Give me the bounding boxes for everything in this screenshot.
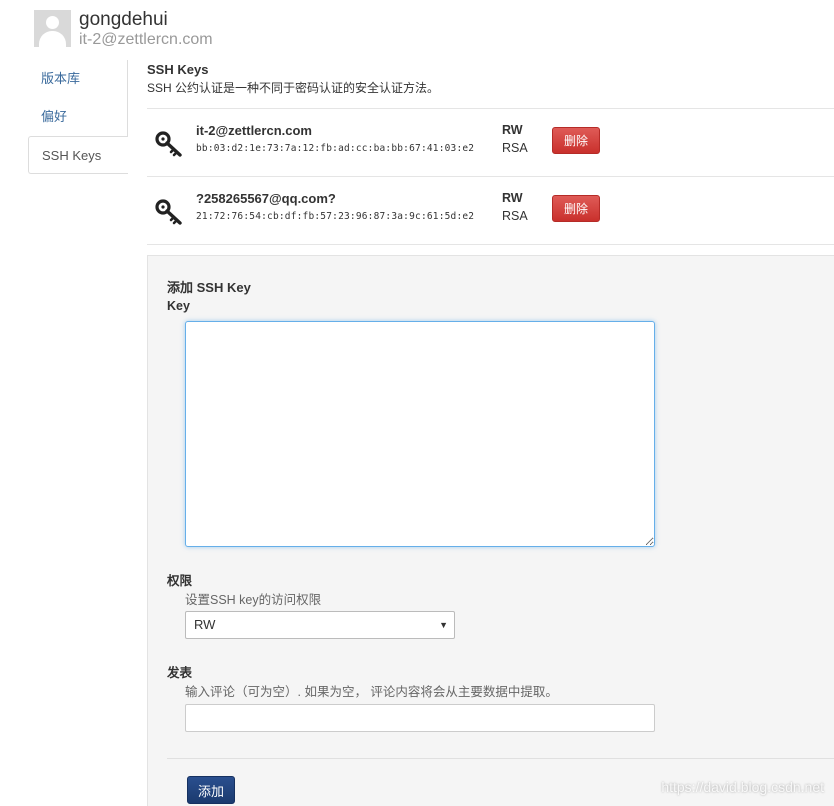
key-row: ?258265567@qq.com? 21:72:76:54:cb:df:fb:… xyxy=(147,177,834,245)
key-fingerprint: bb:03:d2:1e:73:7a:12:fb:ad:cc:ba:bb:67:4… xyxy=(196,143,475,154)
delete-key-button[interactable]: 删除 xyxy=(552,127,600,154)
key-textarea[interactable] xyxy=(185,321,655,547)
comment-help: 输入评论（可为空）. 如果为空， 评论内容将会从主要数据中提取。 xyxy=(185,685,558,699)
section-title: SSH Keys xyxy=(147,62,209,77)
key-field-label: Key xyxy=(167,299,190,313)
sidebar-nav: 版本库 偏好 SSH Keys xyxy=(28,60,128,174)
comment-label: 发表 xyxy=(167,666,193,680)
permission-help: 设置SSH key的访问权限 xyxy=(185,593,322,607)
section-description: SSH 公约认证是一种不同于密码认证的安全认证方法。 xyxy=(147,81,440,95)
key-type: RSA xyxy=(502,141,528,155)
key-permission: RW xyxy=(502,123,523,137)
key-permission: RW xyxy=(502,191,523,205)
comment-input[interactable] xyxy=(185,704,655,732)
sidebar-item-preferences[interactable]: 偏好 xyxy=(28,98,128,136)
sidebar-item-repositories[interactable]: 版本库 xyxy=(28,60,128,98)
user-info: gongdehui it-2@zettlercn.com xyxy=(79,10,213,48)
ssh-keys-section: SSH Keys SSH 公约认证是一种不同于密码认证的安全认证方法。 it-2… xyxy=(147,62,834,245)
add-key-title: 添加 SSH Key xyxy=(167,280,251,295)
add-ssh-key-panel: 添加 SSH Key Key 权限 设置SSH key的访问权限 RW ▼ 发表… xyxy=(147,255,834,806)
sidebar-item-ssh-keys[interactable]: SSH Keys xyxy=(28,136,128,174)
key-icon xyxy=(155,131,182,157)
avatar xyxy=(34,10,71,47)
key-title: it-2@zettlercn.com xyxy=(196,123,312,138)
username: gongdehui xyxy=(79,9,168,30)
key-fingerprint: 21:72:76:54:cb:df:fb:57:23:96:87:3a:9c:6… xyxy=(196,211,475,222)
key-row: it-2@zettlercn.com bb:03:d2:1e:73:7a:12:… xyxy=(147,109,834,177)
key-type: RSA xyxy=(502,209,528,223)
key-icon xyxy=(155,199,182,225)
add-key-button[interactable]: 添加 xyxy=(187,776,235,804)
key-title: ?258265567@qq.com? xyxy=(196,191,336,206)
permission-select-value: RW xyxy=(194,617,216,632)
user-email: it-2@zettlercn.com xyxy=(79,31,213,48)
delete-key-button[interactable]: 删除 xyxy=(552,195,600,222)
permission-select[interactable]: RW ▼ xyxy=(185,611,455,639)
key-list: it-2@zettlercn.com bb:03:d2:1e:73:7a:12:… xyxy=(147,108,834,245)
permission-label: 权限 xyxy=(167,574,193,588)
form-divider xyxy=(167,758,834,759)
dropdown-arrow-icon: ▼ xyxy=(439,620,448,630)
watermark: https://david.blog.csdn.net xyxy=(661,779,824,795)
user-header: gongdehui it-2@zettlercn.com xyxy=(34,10,213,50)
